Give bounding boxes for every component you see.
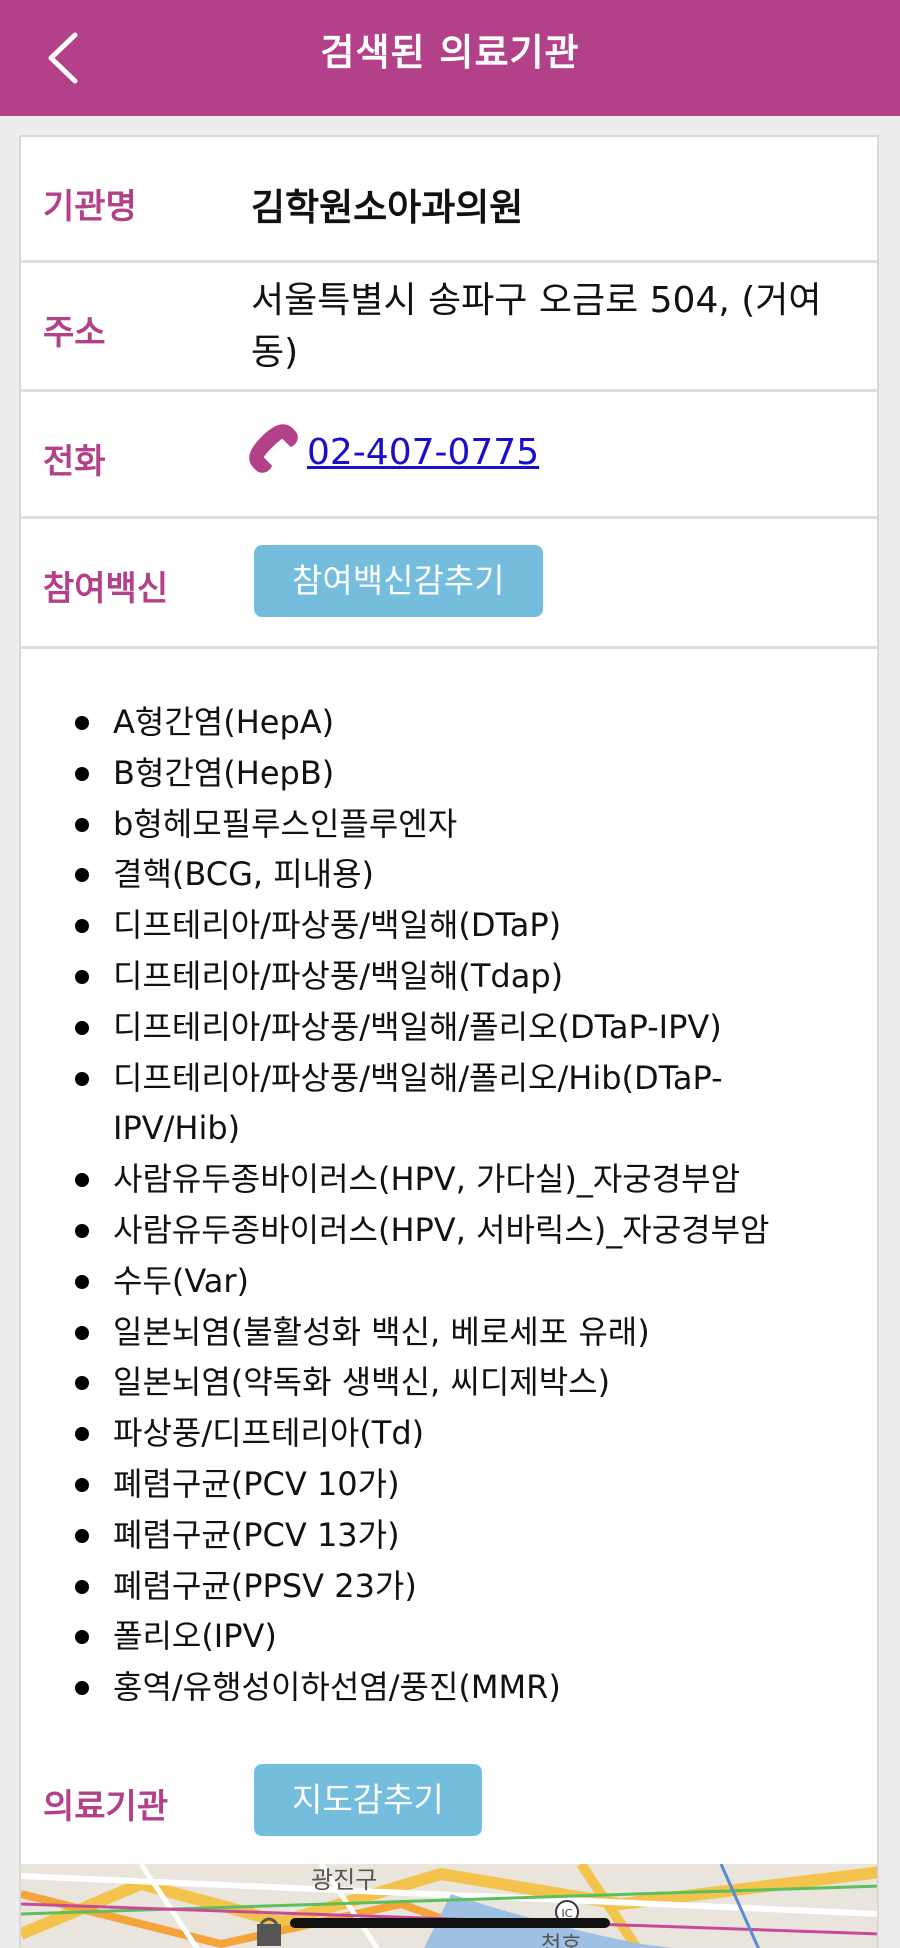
vaccine-list-item: 일본뇌염(약독화 생백신, 씨디제박스) (21, 1357, 877, 1408)
phone-number-link[interactable]: 02-407-0775 (307, 432, 539, 473)
vaccines-label: 참여백신 (43, 569, 169, 609)
name-row: 기관명 김학원소아과의원 (21, 137, 877, 263)
clinic-name: 김학원소아과의원 (251, 186, 524, 229)
address-label: 주소 (43, 313, 106, 353)
home-indicator[interactable] (290, 1918, 610, 1928)
hide-map-button[interactable]: 지도감추기 (254, 1764, 482, 1836)
vaccine-list-item: b형헤모필루스인플루엔자 (21, 799, 877, 850)
page-title: 검색된 의료기관 (320, 31, 580, 74)
vaccine-list-item: 결핵(BCG, 피내용) (21, 849, 877, 900)
clinic-label: 의료기관 (43, 1787, 169, 1827)
vaccine-list-item: 디프테리아/파상풍/백일해/폴리오(DTaP-IPV) (21, 1002, 877, 1053)
clinic-map-row: 의료기관 지도감추기 (21, 1739, 877, 1864)
app-header: 검색된 의료기관 (0, 0, 900, 116)
clinic-detail-card: 기관명 김학원소아과의원 주소 서울특별시 송파구 오금로 504, (거여동)… (19, 135, 879, 1948)
vaccine-list-item: 사람유두종바이러스(HPV, 가다실)_자궁경부암 (21, 1154, 877, 1205)
vaccine-list-item: 사람유두종바이러스(HPV, 서바릭스)_자궁경부암 (21, 1205, 877, 1256)
vaccine-list-item: 파상풍/디프테리아(Td) (21, 1408, 877, 1459)
map-label-cheonho: 천호 (541, 1933, 581, 1948)
vaccine-list-item: 디프테리아/파상풍/백일해(DTaP) (21, 900, 877, 951)
vaccine-list-item: 폐렴구균(PCV 13가) (21, 1510, 877, 1561)
phone-row: 전화 02-407-0775 (21, 392, 877, 519)
vaccines-row: 참여백신 참여백신감추기 (21, 519, 877, 649)
vaccine-list-item: 일본뇌염(불활성화 백신, 베로세포 유래) (21, 1307, 877, 1358)
vaccine-list-item: A형간염(HepA) (21, 697, 877, 748)
vaccine-list-item: 폐렴구균(PCV 10가) (21, 1459, 877, 1510)
address-row: 주소 서울특별시 송파구 오금로 504, (거여동) (21, 263, 877, 392)
name-label: 기관명 (43, 187, 137, 227)
vaccine-list-item: B형간염(HepB) (21, 748, 877, 799)
vaccine-list-item: 디프테리아/파상풍/백일해(Tdap) (21, 951, 877, 1002)
vaccine-list: A형간염(HepA) B형간염(HepB) b형헤모필루스인플루엔자 결핵(BCG, … (21, 649, 877, 1874)
clinic-address: 서울특별시 송파구 오금로 504, (거여동) (251, 280, 822, 373)
phone-icon (249, 424, 298, 473)
vaccine-list-item: 폴리오(IPV) (21, 1611, 877, 1662)
vaccine-list-item: 폐렴구균(PPSV 23가) (21, 1561, 877, 1612)
vaccine-list-item: 디프테리아/파상풍/백일해/폴리오/Hib(DTaP-IPV/Hib) (21, 1053, 877, 1155)
vaccine-list-items: A형간염(HepA) B형간염(HepB) b형헤모필루스인플루엔자 결핵(BCG, … (21, 697, 877, 1713)
hide-vaccines-button[interactable]: 참여백신감추기 (254, 545, 543, 617)
vaccine-list-item: 홍역/유행성이하선염/풍진(MMR) (21, 1662, 877, 1713)
map-view[interactable]: IC 광진구 천호 (21, 1864, 877, 1948)
phone-label: 전화 (43, 442, 106, 482)
vaccine-list-item: 수두(Var) (21, 1256, 877, 1307)
map-graphic: IC 광진구 천호 (21, 1864, 877, 1948)
map-label-gwangjin: 광진구 (311, 1866, 377, 1894)
